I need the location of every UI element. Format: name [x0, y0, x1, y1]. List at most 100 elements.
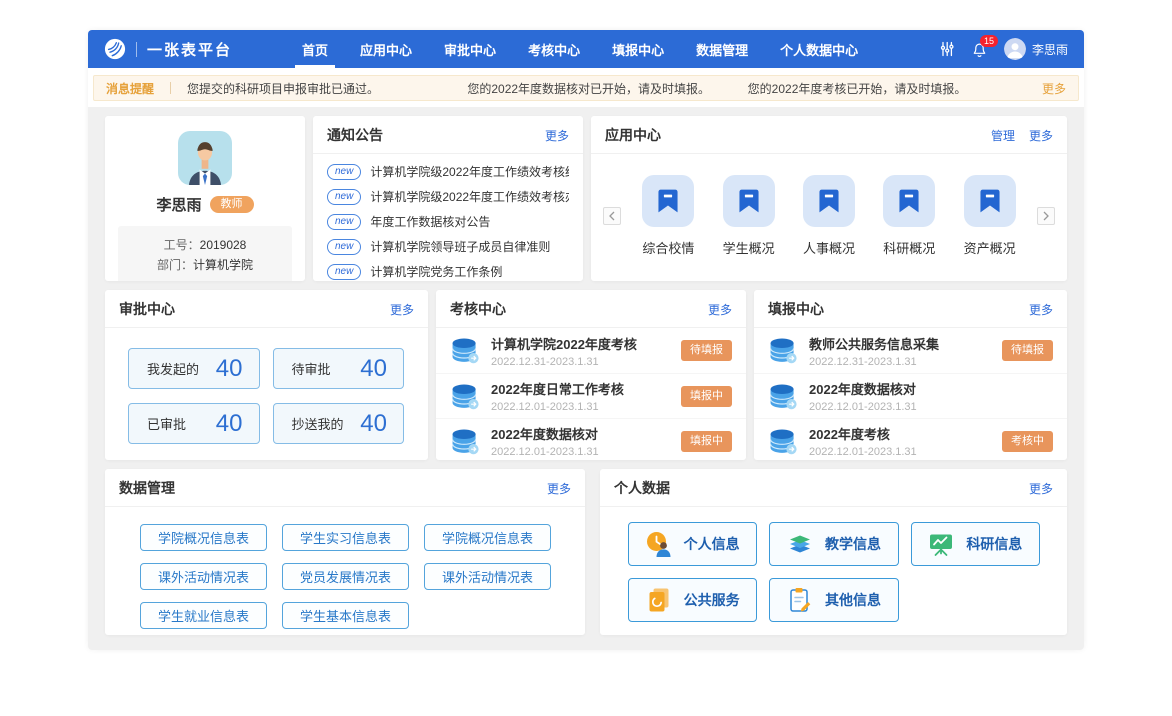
message-more-link[interactable]: 更多 [1042, 80, 1066, 97]
nav-menu-item[interactable]: 审批中心 [437, 30, 503, 68]
approval-stat-box[interactable]: 我发起的 40 [128, 348, 260, 389]
nav-menu-item[interactable]: 填报中心 [605, 30, 671, 68]
new-badge: new [327, 164, 361, 180]
profile-department: 部门：计算机学院 [118, 255, 292, 275]
notification-bell-icon[interactable]: 15 [971, 41, 988, 58]
personal-data-button-label: 教学信息 [825, 534, 881, 554]
nav-menu-item-label: 审批中心 [444, 40, 496, 59]
app-item[interactable]: 综合校情 [635, 175, 701, 257]
approval-stat-label: 待审批 [292, 359, 331, 378]
reporting-item[interactable]: 2022年度数据核对 2022.12.01-2023.1.31 [754, 373, 1067, 418]
notice-item[interactable]: new 年度工作数据核对公告 [327, 209, 569, 234]
app-item[interactable]: 人事概况 [796, 175, 862, 257]
message-item: 您提交的科研项目申报审批已通过。 [187, 80, 467, 97]
carousel-left-arrow[interactable] [603, 207, 621, 225]
approval-stat-box[interactable]: 待审批 40 [273, 348, 405, 389]
task-name: 计算机学院2022年度考核 [491, 334, 681, 353]
personal-data-button[interactable]: 个人信息 [628, 522, 757, 566]
data-table-button[interactable]: 学生实习信息表 [282, 524, 409, 551]
task-status-badge: 填报中 [681, 431, 732, 452]
database-icon [450, 337, 479, 364]
notice-item[interactable]: new 计算机学院级2022年度工作绩效考核办法 [327, 184, 569, 209]
notice-item[interactable]: new 计算机学院党务工作条例 [327, 259, 569, 281]
notice-item-text: 计算机学院级2022年度工作绩效考核结果公示 [370, 163, 569, 180]
data-table-button[interactable]: 学院概况信息表 [140, 524, 267, 551]
task-name: 教师公共服务信息采集 [809, 334, 1002, 353]
data-table-button[interactable]: 学生基本信息表 [282, 602, 409, 629]
profile-name: 李思雨 [156, 194, 201, 215]
app-list: 综合校情 学生概况 人事概况 [591, 154, 1067, 281]
task-name: 2022年度数据核对 [491, 424, 681, 443]
personal-data-more-link[interactable]: 更多 [1029, 480, 1053, 497]
profile-employee-id: 工号：2019028 [118, 235, 292, 255]
nav-menu-item[interactable]: 个人数据中心 [773, 30, 865, 68]
reporting-more-link[interactable]: 更多 [1029, 301, 1053, 318]
approval-stat-box[interactable]: 已审批 40 [128, 403, 260, 444]
personal-data-button[interactable]: 公共服务 [628, 578, 757, 622]
data-management-more-link[interactable]: 更多 [547, 480, 571, 497]
reporting-center-title: 填报中心 [768, 299, 1015, 319]
assessment-center-card: 考核中心 更多 [436, 290, 746, 460]
database-icon [768, 428, 797, 455]
app-item[interactable]: 资产概况 [957, 175, 1023, 257]
notice-item-text: 计算机学院党务工作条例 [370, 263, 502, 280]
nav-menu-item[interactable]: 考核中心 [521, 30, 587, 68]
nav-menu-item[interactable]: 应用中心 [353, 30, 419, 68]
approval-grid: 我发起的 40 待审批 40 已审批 40 抄送我的 40 [105, 328, 428, 444]
nav-menu-item[interactable]: 数据管理 [689, 30, 755, 68]
data-table-button[interactable]: 课外活动情况表 [140, 563, 267, 590]
assessment-more-link[interactable]: 更多 [708, 301, 732, 318]
task-date-range: 2022.12.31-2023.1.31 [491, 356, 681, 368]
assessment-item[interactable]: 计算机学院2022年度考核 2022.12.31-2023.1.31 待填报 [436, 328, 746, 373]
database-icon [450, 428, 479, 455]
new-badge: new [327, 214, 361, 230]
notices-header: 通知公告 更多 [313, 116, 583, 154]
assessment-item[interactable]: 2022年度日常工作考核 2022.12.01-2023.1.31 填报中 [436, 373, 746, 418]
approval-more-link[interactable]: 更多 [390, 301, 414, 318]
carousel-right-arrow[interactable] [1037, 207, 1055, 225]
app-center-title: 应用中心 [605, 125, 977, 145]
approval-stat-box[interactable]: 抄送我的 40 [273, 403, 405, 444]
profile-name-row: 李思雨 教师 [105, 194, 305, 215]
bookmark-icon [642, 175, 694, 227]
app-item-label: 综合校情 [642, 238, 694, 257]
app-center-manage-link[interactable]: 管理 [991, 127, 1015, 144]
task-info: 计算机学院2022年度考核 2022.12.31-2023.1.31 [491, 334, 681, 368]
bookmark-icon [803, 175, 855, 227]
reporting-item[interactable]: 教师公共服务信息采集 2022.12.31-2023.1.31 待填报 [754, 328, 1067, 373]
personal-data-title: 个人数据 [614, 478, 1015, 498]
reporting-item[interactable]: 2022年度考核 2022.12.01-2023.1.31 考核中 [754, 418, 1067, 460]
database-icon [450, 383, 479, 410]
nav-menu-item[interactable]: 首页 [295, 30, 335, 68]
personal-data-button[interactable]: 科研信息 [911, 522, 1040, 566]
personal-data-button[interactable]: 教学信息 [769, 522, 898, 566]
assessment-list: 计算机学院2022年度考核 2022.12.31-2023.1.31 待填报 [436, 328, 746, 460]
reporting-list: 教师公共服务信息采集 2022.12.31-2023.1.31 待填报 [754, 328, 1067, 460]
data-table-button[interactable]: 党员发展情况表 [282, 563, 409, 590]
message-item: 您的2022年度考核已开始，请及时填报。 [748, 80, 1028, 97]
notices-title: 通知公告 [327, 125, 531, 145]
notice-item[interactable]: new 计算机学院领导班子成员自律准则 [327, 234, 569, 259]
app-item[interactable]: 科研概况 [876, 175, 942, 257]
app-center-more-link[interactable]: 更多 [1029, 127, 1053, 144]
data-table-button[interactable]: 学生就业信息表 [140, 602, 267, 629]
row-2: 审批中心 更多 我发起的 40 待审批 40 已审批 40 [105, 290, 1067, 460]
data-table-button[interactable]: 学院概况信息表 [424, 524, 551, 551]
notice-item[interactable]: new 计算机学院级2022年度工作绩效考核结果公示 [327, 159, 569, 184]
personal-data-button[interactable]: 其他信息 [769, 578, 898, 622]
data-table-button[interactable]: 课外活动情况表 [424, 563, 551, 590]
nav-menu: 首页 应用中心 审批中心 考核中心 填报中心 数据管理 个人数据中心 [286, 30, 874, 68]
settings-sliders-icon[interactable] [939, 41, 955, 57]
app-item[interactable]: 学生概况 [716, 175, 782, 257]
brand[interactable]: 一张表平台 [104, 38, 232, 60]
personal-data-button-label: 个人信息 [684, 534, 740, 554]
books-icon [787, 531, 813, 557]
app-item-label: 科研概况 [883, 238, 935, 257]
user-menu[interactable]: 李思雨 [1004, 38, 1068, 60]
profile-role-badge: 教师 [210, 196, 254, 213]
assessment-item[interactable]: 2022年度数据核对 2022.12.01-2023.1.31 填报中 [436, 418, 746, 460]
new-badge: new [327, 189, 361, 205]
task-info: 2022年度考核 2022.12.01-2023.1.31 [809, 424, 1002, 458]
notices-more-link[interactable]: 更多 [545, 127, 569, 144]
task-name: 2022年度考核 [809, 424, 1002, 443]
